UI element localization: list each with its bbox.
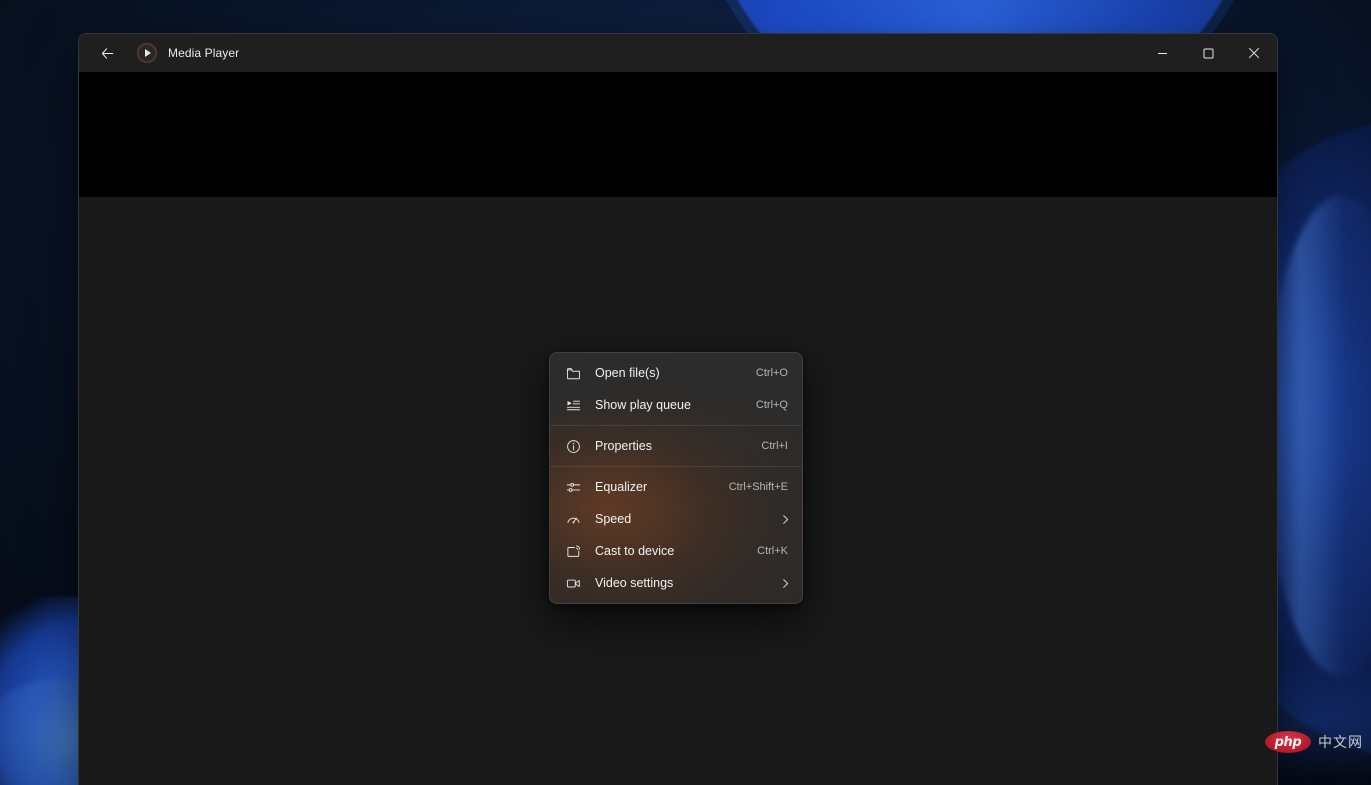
menu-item-open-files[interactable]: Open file(s) Ctrl+O — [550, 357, 802, 389]
watermark-site-text: 中文网 — [1318, 732, 1363, 752]
equalizer-icon — [562, 477, 584, 497]
menu-separator — [550, 466, 802, 467]
context-menu: Open file(s) Ctrl+O Show play queue Ctrl… — [549, 352, 803, 604]
menu-item-label: Show play queue — [595, 398, 756, 412]
menu-separator — [550, 425, 802, 426]
menu-item-video-settings[interactable]: Video settings — [550, 567, 802, 599]
close-icon — [1248, 47, 1260, 59]
site-watermark: php 中文网 — [1265, 731, 1363, 753]
menu-item-shortcut: Ctrl+K — [757, 545, 792, 557]
back-button[interactable] — [85, 37, 129, 69]
menu-item-shortcut: Ctrl+I — [761, 440, 792, 452]
menu-item-label: Open file(s) — [595, 366, 756, 380]
speedometer-icon — [562, 509, 584, 529]
folder-icon — [562, 363, 584, 383]
chevron-right-icon — [778, 576, 792, 590]
menu-item-shortcut: Ctrl+O — [756, 367, 792, 379]
menu-item-cast-to-device[interactable]: Cast to device Ctrl+K — [550, 535, 802, 567]
window-titlebar[interactable]: Media Player — [79, 34, 1277, 72]
media-player-app-icon — [137, 43, 157, 63]
video-surface[interactable] — [79, 72, 1277, 197]
minimize-icon — [1157, 48, 1168, 59]
menu-item-label: Properties — [595, 439, 761, 453]
menu-item-label: Video settings — [595, 576, 778, 590]
cast-icon — [562, 541, 584, 561]
play-queue-icon — [562, 395, 584, 415]
maximize-icon — [1203, 48, 1214, 59]
close-button[interactable] — [1231, 34, 1277, 72]
video-camera-icon — [562, 573, 584, 593]
menu-item-label: Speed — [595, 512, 778, 526]
menu-item-shortcut: Ctrl+Shift+E — [729, 481, 792, 493]
window-controls — [1139, 34, 1277, 72]
menu-item-label: Equalizer — [595, 480, 729, 494]
menu-item-equalizer[interactable]: Equalizer Ctrl+Shift+E — [550, 471, 802, 503]
menu-item-label: Cast to device — [595, 544, 757, 558]
menu-item-show-play-queue[interactable]: Show play queue Ctrl+Q — [550, 389, 802, 421]
menu-item-properties[interactable]: Properties Ctrl+I — [550, 430, 802, 462]
back-arrow-icon — [100, 46, 115, 61]
php-logo: php — [1265, 731, 1311, 753]
chevron-right-icon — [778, 512, 792, 526]
menu-item-speed[interactable]: Speed — [550, 503, 802, 535]
minimize-button[interactable] — [1139, 34, 1185, 72]
info-circle-icon — [562, 436, 584, 456]
maximize-button[interactable] — [1185, 34, 1231, 72]
menu-item-shortcut: Ctrl+Q — [756, 399, 792, 411]
window-title: Media Player — [168, 46, 239, 60]
